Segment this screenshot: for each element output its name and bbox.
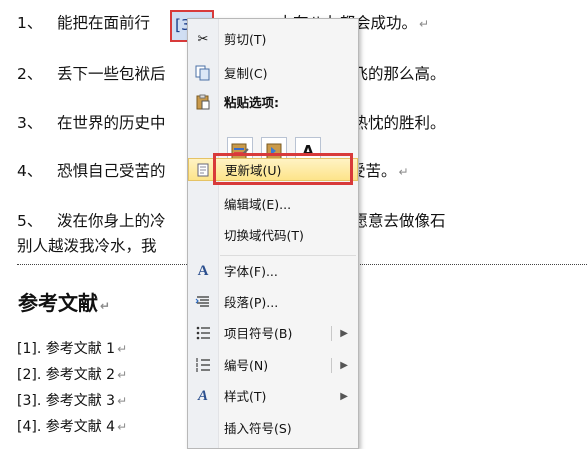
paragraph-mark: ↵ [117, 342, 128, 356]
menu-item-paragraph[interactable]: 段落(P)... [188, 291, 358, 314]
bullet-list-icon [194, 325, 212, 342]
clipboard-icon [194, 94, 212, 111]
scissors-icon: ✂ [197, 32, 209, 47]
paragraph-mark: ↵ [117, 420, 128, 434]
menu-item-toggle-field-codes[interactable]: 切换域代码(T) [188, 224, 358, 247]
submenu-arrow-icon: ▶ [340, 391, 348, 402]
reference-item: [1]. 参考文献 1 ↵ [17, 341, 128, 357]
styles-icon: A [197, 388, 208, 404]
menu-item-font[interactable]: A 字体(F)... [188, 260, 358, 283]
highlight-box [213, 153, 353, 185]
menu-separator [220, 255, 356, 256]
paragraph-mark: ↵ [398, 165, 409, 179]
submenu-arrow-icon: ▶ [340, 328, 348, 339]
paragraph-icon [194, 294, 212, 311]
list-item-continuation: 别人越泼我冷水，我 [17, 237, 157, 255]
font-icon: A [197, 263, 209, 279]
paragraph-mark: ↵ [117, 394, 128, 408]
menu-item-copy[interactable]: 复制(C) [188, 62, 358, 85]
paragraph-mark: ↵ [117, 368, 128, 382]
submenu-arrow-icon: ▶ [340, 360, 348, 371]
paste-options-header: 粘贴选项: [188, 91, 358, 114]
menu-item-numbering[interactable]: 编号(N) ▶ [188, 354, 358, 377]
update-field-icon [195, 162, 213, 179]
menu-item-bullets[interactable]: 项目符号(B) ▶ [188, 322, 358, 345]
copy-icon [194, 65, 212, 82]
paragraph-mark: ↵ [100, 299, 111, 313]
paragraph-mark: ↵ [419, 17, 430, 31]
reference-item: [4]. 参考文献 4 ↵ [17, 419, 128, 435]
menu-item-edit-field[interactable]: 编辑域(E)... [188, 193, 358, 216]
reference-item: [3]. 参考文献 3 ↵ [17, 393, 128, 409]
reference-item: [2]. 参考文献 2 ↵ [17, 367, 128, 383]
menu-item-cut[interactable]: ✂ 剪切(T) [188, 28, 358, 51]
menu-item-insert-symbol[interactable]: 插入符号(S) [188, 417, 358, 440]
menu-item-styles[interactable]: A 样式(T) ▶ [188, 385, 358, 408]
context-menu: ✂ 剪切(T) 复制(C) 粘贴选项: A 更新域(U) 编辑域(E)... 切… [187, 18, 359, 449]
numbered-list-icon [194, 357, 212, 374]
references-heading: 参考文献 ↵ [18, 291, 111, 315]
